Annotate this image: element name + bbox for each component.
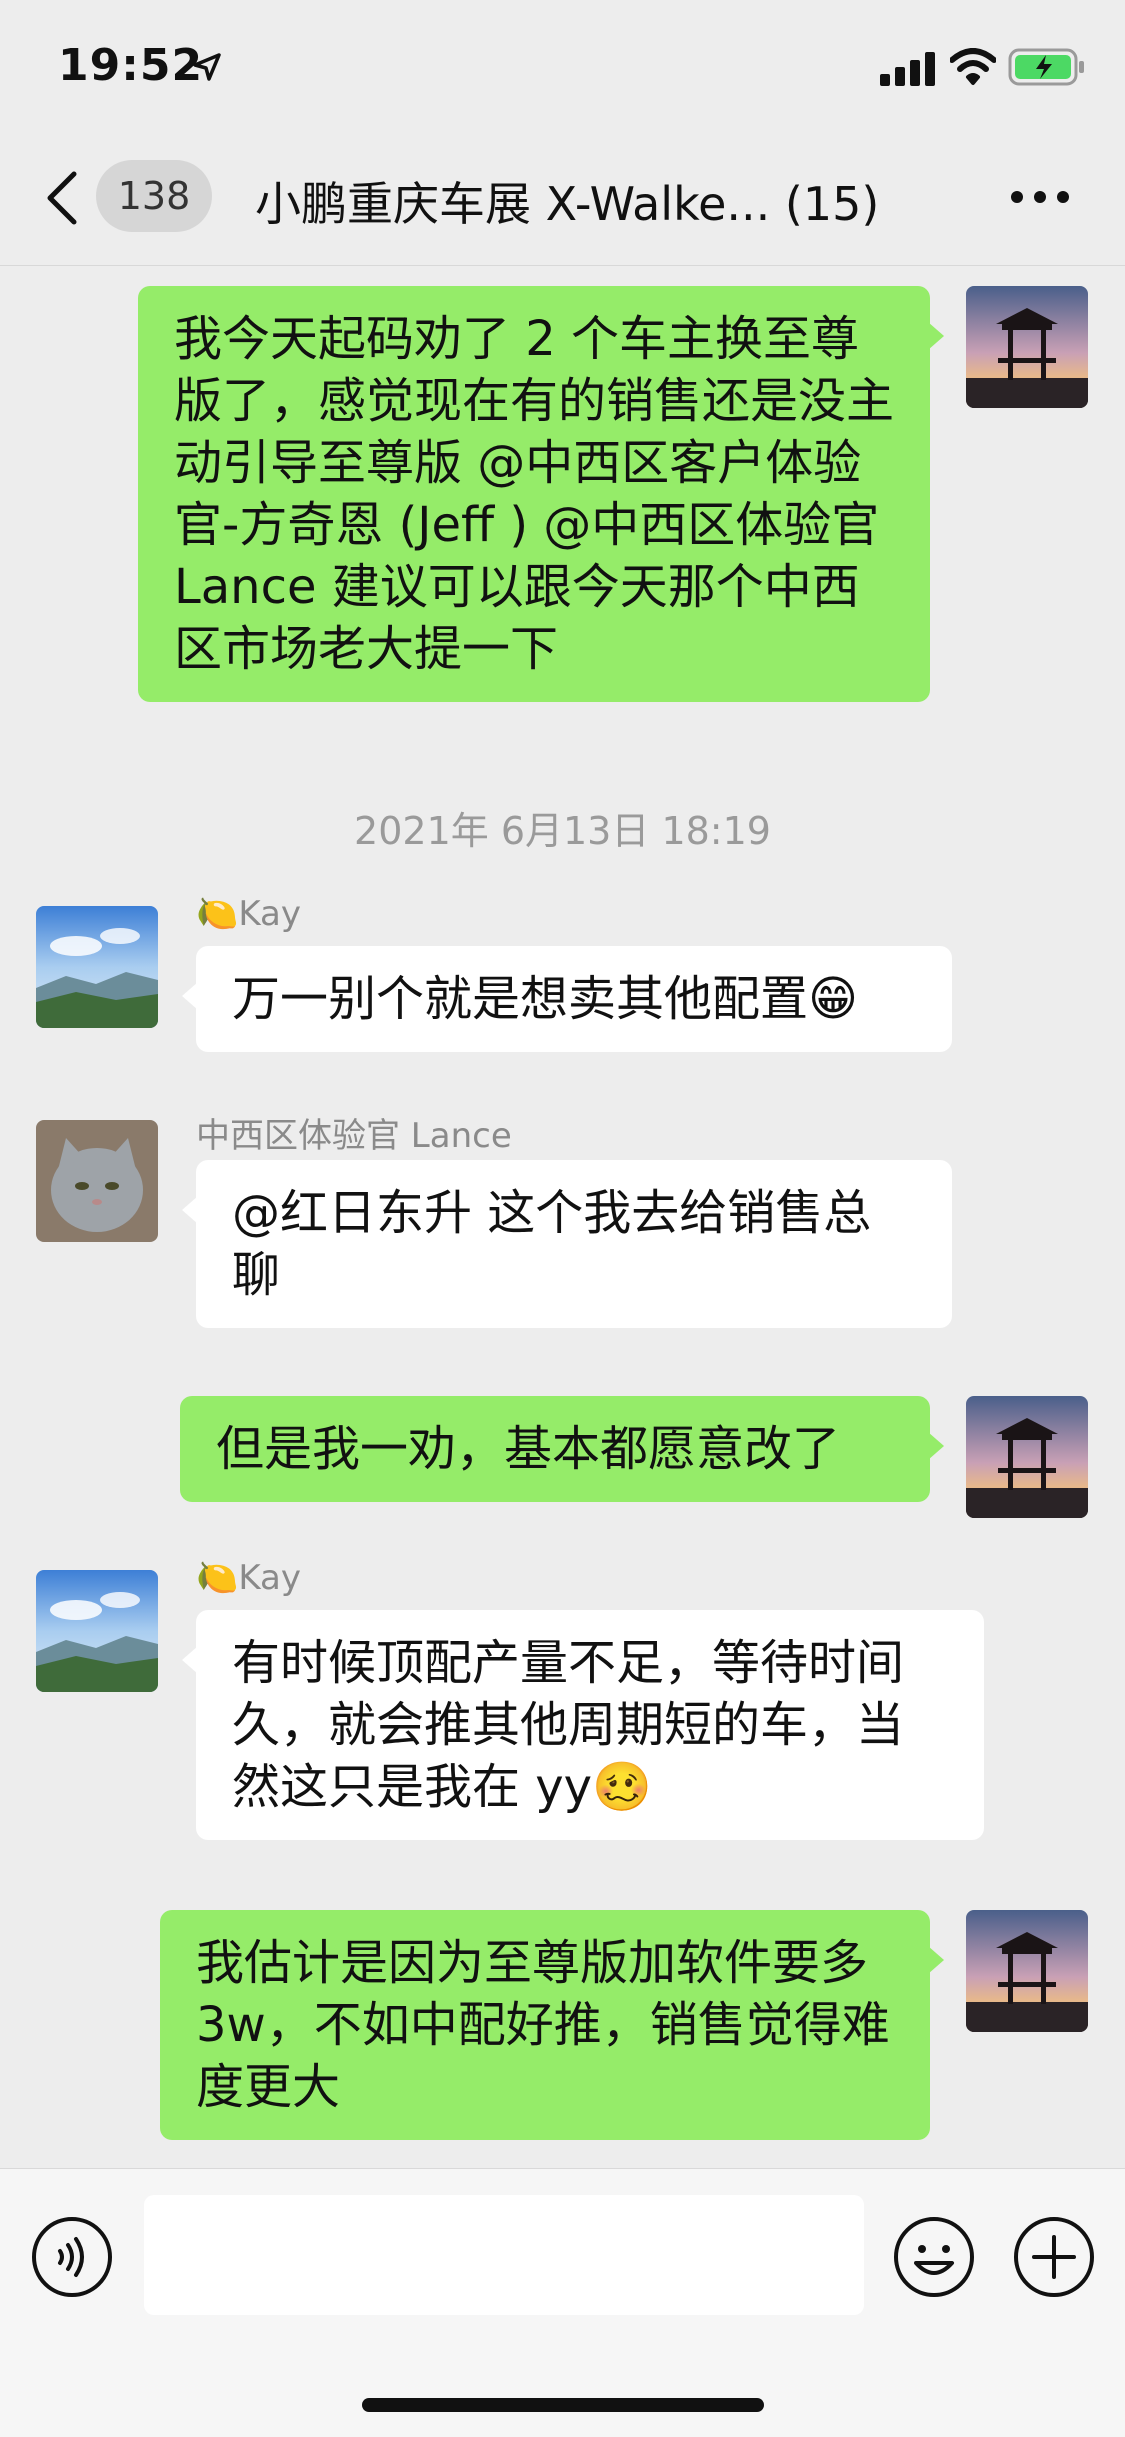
incoming-message-bubble[interactable]: @红日东升 这个我去给销售总聊 bbox=[182, 1160, 952, 1328]
my-message-bubble[interactable]: 我估计是因为至尊版加软件要多 3w，不如中配好推，销售觉得难度更大 bbox=[160, 1910, 944, 2140]
message-input[interactable] bbox=[144, 2195, 864, 2315]
wifi-icon bbox=[950, 48, 996, 85]
incoming-message-bubble[interactable]: 万一别个就是想卖其他配置😁 bbox=[182, 946, 952, 1052]
chat-timestamp: 2021年 6月13日 18:19 bbox=[354, 809, 771, 853]
cellular-signal-icon bbox=[880, 52, 935, 86]
more-options-icon[interactable] bbox=[1010, 190, 1070, 204]
status-time: 19:52 bbox=[58, 40, 204, 91]
incoming-message-bubble[interactable]: 有时候顶配产量不足，等待时间久，就会推其他周期短的车，当然这只是我在 yy🥴 bbox=[182, 1610, 984, 1840]
chat-title: 小鹏重庆车展 X-Walke... (15) bbox=[255, 177, 880, 231]
sender-name: 🍋Kay bbox=[196, 894, 301, 934]
status-bar: 19:52 bbox=[0, 0, 1125, 130]
battery-charging-icon bbox=[1008, 48, 1084, 86]
location-arrow-icon bbox=[193, 53, 221, 81]
back-chevron-icon[interactable] bbox=[44, 170, 80, 226]
my-avatar[interactable] bbox=[966, 1910, 1088, 2032]
message-text: 有时候顶配产量不足，等待时间久，就会推其他周期短的车，当然这只是我在 yy🥴 bbox=[232, 1635, 905, 1815]
lance-avatar[interactable] bbox=[36, 1120, 158, 1242]
my-message-bubble[interactable]: 但是我一劝，基本都愿意改了 bbox=[180, 1396, 944, 1502]
my-avatar[interactable] bbox=[966, 1396, 1088, 1518]
message-text: 万一别个就是想卖其他配置😁 bbox=[232, 971, 859, 1027]
my-message-bubble[interactable]: 我今天起码劝了 2 个车主换至尊版了，感觉现在有的销售还是没主动引导至尊版 @中… bbox=[138, 286, 944, 702]
message-text: 我估计是因为至尊版加软件要多 3w，不如中配好推，销售觉得难度更大 bbox=[196, 1935, 890, 2115]
message-text: 我今天起码劝了 2 个车主换至尊版了，感觉现在有的销售还是没主动引导至尊版 @中… bbox=[174, 311, 895, 677]
chat-header: 138 小鹏重庆车展 X-Walke... (15) bbox=[0, 130, 1125, 266]
message-text: @红日东升 这个我去给销售总聊 bbox=[232, 1185, 872, 1303]
home-indicator bbox=[362, 2398, 764, 2412]
kay-avatar[interactable] bbox=[36, 906, 158, 1028]
plus-icon[interactable] bbox=[1012, 2215, 1096, 2299]
sender-name: 🍋Kay bbox=[196, 1558, 301, 1598]
sender-name: 中西区体验官 Lance bbox=[196, 1116, 512, 1156]
kay-avatar[interactable] bbox=[36, 1570, 158, 1692]
voice-icon[interactable] bbox=[30, 2215, 114, 2299]
my-avatar[interactable] bbox=[966, 286, 1088, 408]
emoji-icon[interactable] bbox=[892, 2215, 976, 2299]
unread-count-badge[interactable]: 138 bbox=[96, 160, 212, 232]
message-text: 但是我一劝，基本都愿意改了 bbox=[216, 1421, 841, 1477]
message-input-bar bbox=[0, 2168, 1125, 2437]
